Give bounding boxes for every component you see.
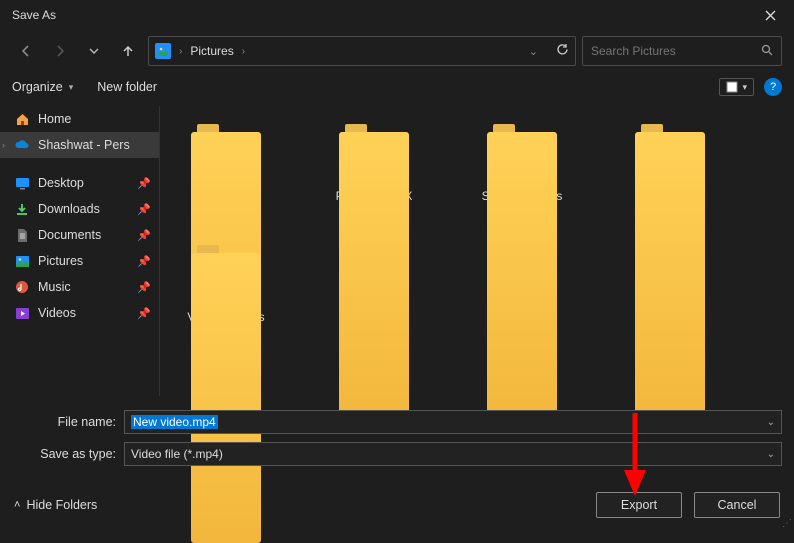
sidebar-item-downloads[interactable]: Downloads 📌 [0,196,159,222]
chevron-down-icon[interactable]: ⌄ [529,45,538,58]
export-button[interactable]: Export [596,492,682,518]
content-area: Home › Shashwat - Pers Desktop 📌 Downloa… [0,106,794,396]
sidebar-item-label: Pictures [38,254,83,268]
folder-item[interactable]: PhotoScape X [320,124,428,205]
resize-grip[interactable]: ⋰ [782,518,790,529]
filename-value: New video.mp4 [131,415,218,429]
window-title: Save As [12,8,56,22]
pin-icon: 📌 [137,229,151,242]
nav-row: › Pictures › ⌄ [0,30,794,72]
title-bar: Save As [0,0,794,30]
chevron-down-icon: ▾ [69,82,74,93]
nav-sidebar: Home › Shashwat - Pers Desktop 📌 Downloa… [0,106,160,396]
search-icon [761,44,773,59]
view-icon [726,81,738,93]
sidebar-item-label: Music [38,280,71,294]
downloads-icon [14,201,30,217]
folder-icon [191,124,261,179]
file-list[interactable]: Camera Roll PhotoScape X Saved Pictures … [160,106,794,396]
savetype-label: Save as type: [12,447,124,461]
search-box[interactable] [582,36,782,66]
videos-icon [14,305,30,321]
help-button[interactable]: ? [764,78,782,96]
up-button[interactable] [114,37,142,65]
documents-icon [14,227,30,243]
sidebar-item-label: Home [38,112,71,126]
hide-folders-label: Hide Folders [26,498,97,512]
sidebar-item-label: Documents [38,228,101,242]
sidebar-item-pictures[interactable]: Pictures 📌 [0,248,159,274]
address-bar[interactable]: › Pictures › ⌄ [148,36,576,66]
chevron-down-icon: ▾ [742,82,747,93]
sidebar-item-label: Downloads [38,202,100,216]
help-icon: ? [770,81,776,93]
sidebar-item-music[interactable]: Music 📌 [0,274,159,300]
chevron-right-icon[interactable]: › [2,140,5,150]
filename-input[interactable]: New video.mp4 ⌄ [124,410,782,434]
new-folder-button[interactable]: New folder [97,80,157,94]
chevron-up-icon: ˄ [14,499,20,511]
recent-locations-button[interactable] [80,37,108,65]
home-icon [14,111,30,127]
close-icon [765,10,776,21]
pictures-icon [14,253,30,269]
arrow-left-icon [19,44,33,58]
desktop-icon [14,175,30,191]
pin-icon: 📌 [137,307,151,320]
music-icon [14,279,30,295]
pin-icon: 📌 [137,281,151,294]
folder-icon [635,124,705,179]
refresh-icon [556,43,569,56]
arrow-up-icon [121,44,135,58]
pin-icon: 📌 [137,203,151,216]
pin-icon: 📌 [137,255,151,268]
folder-item[interactable]: Camera Roll [172,124,280,205]
savetype-select[interactable]: Video file (*.mp4) ⌄ [124,442,782,466]
arrow-right-icon [53,44,67,58]
back-button[interactable] [12,37,40,65]
refresh-button[interactable] [556,43,569,59]
bottom-bar: ˄ Hide Folders Export Cancel [0,472,794,528]
chevron-down-icon [89,46,99,56]
breadcrumb-pictures[interactable]: Pictures [190,44,233,58]
chevron-down-icon[interactable]: ⌄ [767,449,775,460]
savetype-value: Video file (*.mp4) [131,447,223,461]
sidebar-item-home[interactable]: Home [0,106,159,132]
sidebar-item-videos[interactable]: Videos 📌 [0,300,159,326]
pictures-location-icon [155,43,171,59]
toolbar: Organize ▾ New folder ▾ ? [0,72,794,106]
sidebar-item-onedrive[interactable]: › Shashwat - Pers [0,132,159,158]
folder-item[interactable]: Saved Pictures [468,124,576,205]
organize-label: Organize [12,80,63,94]
cloud-icon [14,137,30,153]
chevron-right-icon: › [242,46,245,57]
folder-icon [339,124,409,179]
folder-item[interactable]: Video Projects [172,245,280,326]
sidebar-item-label: Videos [38,306,76,320]
filename-label: File name: [12,415,124,429]
sidebar-item-label: Shashwat - Pers [38,138,130,152]
folder-icon [487,124,557,179]
folder-item[interactable]: Screenshots [616,124,724,205]
hide-folders-button[interactable]: ˄ Hide Folders [14,498,97,512]
forward-button[interactable] [46,37,74,65]
view-options-button[interactable]: ▾ [719,78,754,96]
folder-icon [191,245,261,300]
cancel-button[interactable]: Cancel [694,492,780,518]
sidebar-item-desktop[interactable]: Desktop 📌 [0,170,159,196]
search-input[interactable] [591,44,753,58]
sidebar-item-documents[interactable]: Documents 📌 [0,222,159,248]
chevron-down-icon[interactable]: ⌄ [767,417,775,428]
organize-menu[interactable]: Organize ▾ [12,80,73,94]
chevron-right-icon: › [179,46,182,57]
sidebar-item-label: Desktop [38,176,84,190]
pin-icon: 📌 [137,177,151,190]
close-button[interactable] [750,0,790,30]
